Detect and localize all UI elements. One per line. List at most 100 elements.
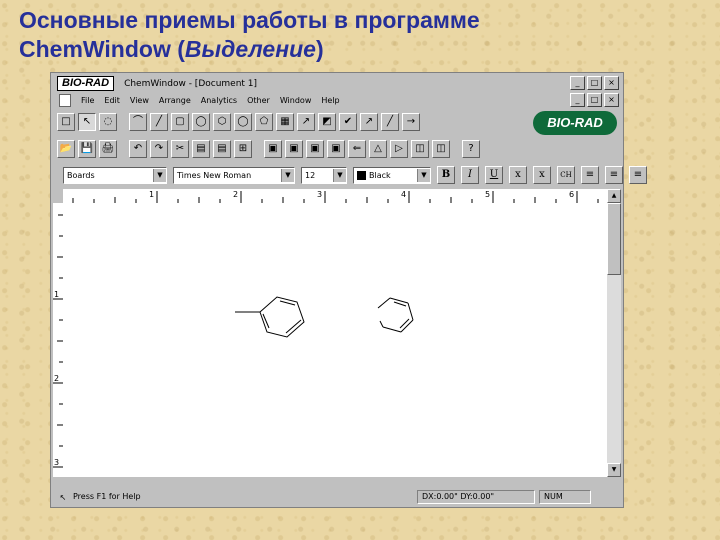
status-bar: ↖ Press F1 for Help DX:0.00" DY:0.00" NU…	[53, 489, 621, 505]
rotate-left-icon[interactable]: ◫	[411, 140, 429, 158]
flip-horizontal-icon[interactable]: ▷	[390, 140, 408, 158]
grid-icon[interactable]: ⊞	[234, 140, 252, 158]
chemical-format-button[interactable]: CH	[557, 166, 575, 184]
oval-tool-icon[interactable]: ◯	[192, 113, 210, 131]
vertical-scrollbar[interactable]: ▲ ▼	[607, 189, 621, 477]
vruler-label-2: 2	[54, 374, 59, 383]
circle-tool-icon[interactable]: ◯	[234, 113, 252, 131]
style-select[interactable]: Boards ▼	[63, 166, 167, 184]
size-select-value: 12	[305, 170, 316, 180]
menu-bar: File Edit View Arrange Analytics Other W…	[53, 93, 621, 107]
slide-title-line-2: ChemWindow (Выделение)	[19, 35, 709, 64]
close-button[interactable]: ×	[604, 76, 619, 90]
color-swatch	[357, 170, 366, 180]
ruler-label-2: 2	[233, 190, 238, 199]
align-left-button[interactable]: ≡	[581, 166, 599, 184]
horizontal-ruler: 1 2 3 4 5 6	[63, 189, 607, 204]
biorad-logo: BIO-RAD	[57, 76, 115, 91]
bond-tool-icon[interactable]: ╱	[150, 113, 168, 131]
drawing-toolbar: □ ↖ ◌ ⌒ ╱ ▢ ◯ ⬡ ◯ ⬠ ▦ ↗ ◩ ✔ ↗ ╱ →	[57, 110, 420, 134]
doc-minimize-button[interactable]: _	[570, 93, 585, 107]
slide-title: Основные приемы работы в программе ChemW…	[19, 6, 709, 64]
chevron-down-icon[interactable]: ▼	[281, 168, 294, 182]
menu-window[interactable]: Window	[280, 96, 312, 105]
select-arrow-tool-icon[interactable]: ↖	[78, 113, 96, 131]
subscript-button[interactable]: x	[533, 166, 551, 184]
molecule-drawing	[235, 296, 414, 338]
title-bar[interactable]: BIO-RAD ChemWindow - [Document 1] _ □ ×	[53, 75, 621, 92]
standard-toolbar: 📂 💾 🖨 ↶ ↷ ✂ ▤ ▤ ⊞ ▣ ▣ ▣ ▣ ⇐ △ ▷ ◫ ◫ ?	[57, 137, 480, 161]
align-right-button[interactable]: ≡	[629, 166, 647, 184]
horizontal-ruler-ticks: 1 2 3 4 5 6	[72, 190, 599, 203]
copy-icon[interactable]: ▤	[192, 140, 210, 158]
align-center-button[interactable]: ≡	[605, 166, 623, 184]
arrow-tool-icon[interactable]: ↗	[297, 113, 315, 131]
menu-file[interactable]: File	[81, 96, 94, 105]
flip-vertical-icon[interactable]: △	[369, 140, 387, 158]
ring-tool-icon[interactable]: ▢	[171, 113, 189, 131]
pen-tool-icon[interactable]: ╱	[381, 113, 399, 131]
scroll-down-icon[interactable]: ▼	[607, 463, 621, 477]
underline-button[interactable]: U	[485, 166, 503, 184]
superscript-button[interactable]: x	[509, 166, 527, 184]
menu-help[interactable]: Help	[321, 96, 339, 105]
chevron-down-icon[interactable]: ▼	[417, 168, 430, 182]
scroll-thumb[interactable]	[607, 203, 621, 275]
ruler-label-3: 3	[317, 190, 322, 199]
status-coordinates: DX:0.00" DY:0.00"	[417, 490, 535, 504]
color-select-value: Black	[369, 170, 391, 180]
send-back-icon[interactable]: ▣	[285, 140, 303, 158]
cut-icon[interactable]: ✂	[171, 140, 189, 158]
pentagon-tool-icon[interactable]: ⬠	[255, 113, 273, 131]
italic-button[interactable]: I	[461, 166, 479, 184]
menu-other[interactable]: Other	[247, 96, 270, 105]
font-select[interactable]: Times New Roman ▼	[173, 166, 295, 184]
lasso-tool-icon[interactable]: ◌	[99, 113, 117, 131]
align-left-icon[interactable]: ⇐	[348, 140, 366, 158]
chevron-down-icon[interactable]: ▼	[153, 168, 166, 182]
benzene-tool-icon[interactable]: ⬡	[213, 113, 231, 131]
new-page-tool-icon[interactable]: □	[57, 113, 75, 131]
drawing-canvas[interactable]	[63, 203, 607, 477]
print-icon[interactable]: 🖨	[99, 140, 117, 158]
font-select-value: Times New Roman	[177, 170, 252, 180]
orbital-tool-icon[interactable]: ◩	[318, 113, 336, 131]
slide-title-suffix: )	[315, 36, 324, 62]
size-select[interactable]: 12 ▼	[301, 166, 347, 184]
template-tool-icon[interactable]: ▦	[276, 113, 294, 131]
vertical-ruler-ticks: 1 2 3	[53, 214, 63, 468]
toluene-structure[interactable]	[235, 296, 305, 338]
check-tool-icon[interactable]: ✔	[339, 113, 357, 131]
document-icon[interactable]	[59, 93, 71, 107]
undo-icon[interactable]: ↶	[129, 140, 147, 158]
curved-arrow-tool-icon[interactable]: ↗	[360, 113, 378, 131]
chevron-down-icon[interactable]: ▼	[333, 168, 346, 182]
context-help-icon[interactable]: ?	[462, 140, 480, 158]
ungroup-icon[interactable]: ▣	[327, 140, 345, 158]
minimize-button[interactable]: _	[570, 76, 585, 90]
menu-edit[interactable]: Edit	[104, 96, 120, 105]
open-file-icon[interactable]: 📂	[57, 140, 75, 158]
menu-analytics[interactable]: Analytics	[201, 96, 237, 105]
bring-front-icon[interactable]: ▣	[264, 140, 282, 158]
style-select-value: Boards	[67, 170, 95, 180]
rotate-right-icon[interactable]: ◫	[432, 140, 450, 158]
menu-arrange[interactable]: Arrange	[159, 96, 191, 105]
doc-close-button[interactable]: ×	[604, 93, 619, 107]
paste-icon[interactable]: ▤	[213, 140, 231, 158]
bold-button[interactable]: B	[437, 166, 455, 184]
redo-icon[interactable]: ↷	[150, 140, 168, 158]
reaction-arrow-tool-icon[interactable]: →	[402, 113, 420, 131]
slide-title-prefix: ChemWindow (	[19, 36, 185, 62]
scroll-up-icon[interactable]: ▲	[607, 189, 621, 203]
color-select[interactable]: Black ▼	[353, 166, 431, 184]
group-icon[interactable]: ▣	[306, 140, 324, 158]
menu-view[interactable]: View	[130, 96, 149, 105]
ruler-label-4: 4	[401, 190, 406, 199]
chain-tool-icon[interactable]: ⌒	[129, 113, 147, 131]
selected-benzene-structure[interactable]	[377, 297, 414, 333]
cursor-arrow-icon: ↖	[59, 492, 67, 502]
save-icon[interactable]: 💾	[78, 140, 96, 158]
maximize-button[interactable]: □	[587, 76, 602, 90]
doc-restore-button[interactable]: □	[587, 93, 602, 107]
